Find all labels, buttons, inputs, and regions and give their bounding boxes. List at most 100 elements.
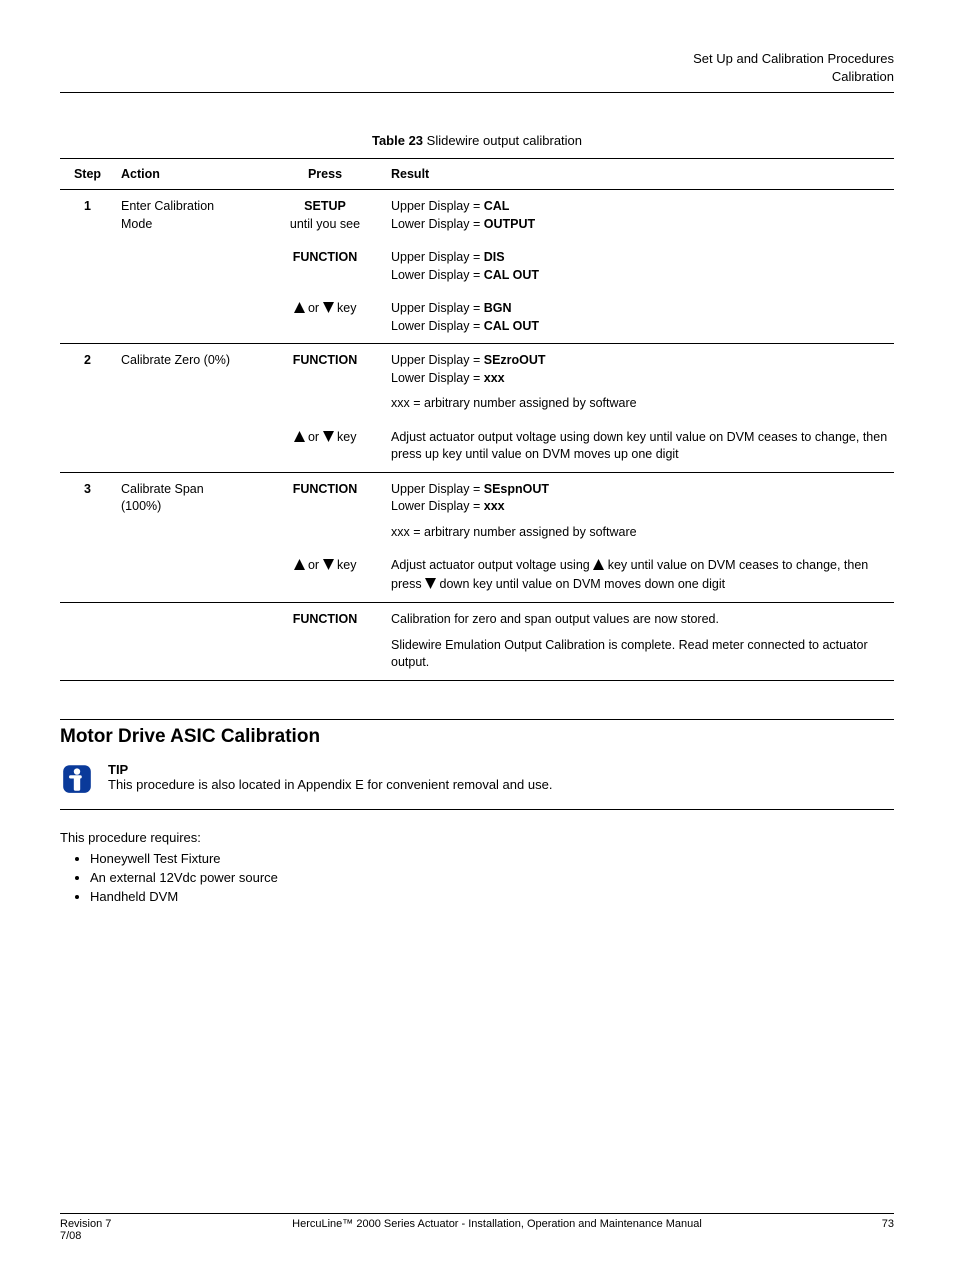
text: DIS — [484, 250, 505, 264]
text: SEspnOUT — [484, 482, 549, 496]
table-end-rule — [60, 680, 894, 681]
text: BGN — [484, 301, 512, 315]
table-header-row: Step Action Press Result — [60, 159, 894, 190]
cell-step — [60, 241, 115, 292]
page: Set Up and Calibration Procedures Calibr… — [0, 0, 954, 1272]
text: Calibration for zero and span output val… — [391, 611, 888, 629]
table-title-text: Slidewire output calibration — [427, 133, 582, 148]
cell-step: 3 — [60, 472, 115, 549]
text: Upper Display = — [391, 250, 484, 264]
cell-action — [115, 603, 265, 681]
info-icon — [60, 762, 94, 799]
text: SEzroOUT — [484, 353, 546, 367]
calibration-table: Step Action Press Result 1 Enter Calibra… — [60, 158, 894, 681]
header-line1: Set Up and Calibration Procedures — [60, 50, 894, 68]
table-title-prefix: Table 23 — [372, 133, 427, 148]
page-footer: Revision 7 7/08 HercuLine™ 2000 Series A… — [60, 1213, 894, 1242]
cell-result: Upper Display = SEspnOUT Lower Display =… — [385, 472, 894, 549]
text: Lower Display = — [391, 371, 484, 385]
text: Upper Display = — [391, 482, 484, 496]
text: (100%) — [121, 499, 161, 513]
text: CAL OUT — [484, 268, 539, 282]
table-row: 2 Calibrate Zero (0%) FUNCTION Upper Dis… — [60, 344, 894, 421]
tip-rule — [60, 809, 894, 810]
triangle-up-icon — [294, 301, 305, 319]
text: or — [305, 558, 323, 572]
text: xxx = arbitrary number assigned by softw… — [391, 525, 637, 539]
text: Revision 7 — [60, 1218, 130, 1230]
text: OUTPUT — [484, 217, 535, 231]
text: Lower Display = — [391, 319, 484, 333]
cell-press: or key — [265, 549, 385, 603]
triangle-down-icon — [323, 558, 334, 576]
cell-action — [115, 241, 265, 292]
key-label: FUNCTION — [293, 250, 358, 264]
header-line2: Calibration — [60, 68, 894, 86]
text: CAL OUT — [484, 319, 539, 333]
cell-result: Upper Display = SEzroOUT Lower Display =… — [385, 344, 894, 421]
triangle-up-icon — [294, 558, 305, 576]
table-row: 3 Calibrate Span (100%) FUNCTION Upper D… — [60, 472, 894, 549]
table-row: or key Adjust actuator output voltage us… — [60, 549, 894, 603]
triangle-down-icon — [323, 430, 334, 448]
text: key — [334, 301, 357, 315]
table-row: or key Adjust actuator output voltage us… — [60, 421, 894, 473]
tip-label: TIP — [108, 762, 552, 777]
list-item: Honeywell Test Fixture — [90, 851, 894, 866]
text: or — [305, 430, 323, 444]
col-press: Press — [265, 159, 385, 190]
requires-label: This procedure requires: — [60, 830, 894, 845]
text: key — [334, 558, 357, 572]
cell-result: Calibration for zero and span output val… — [385, 603, 894, 681]
triangle-down-icon — [425, 577, 436, 595]
cell-action — [115, 421, 265, 473]
section-heading: Motor Drive ASIC Calibration — [60, 719, 894, 748]
text: Upper Display = — [391, 301, 484, 315]
table-title: Table 23 Slidewire output calibration — [60, 133, 894, 148]
requires-list: Honeywell Test Fixture An external 12Vdc… — [90, 851, 894, 904]
text: Lower Display = — [391, 268, 484, 282]
cell-step — [60, 603, 115, 681]
cell-step: 2 — [60, 344, 115, 421]
table-row: 1 Enter Calibration Mode SETUP until you… — [60, 190, 894, 242]
list-item: Handheld DVM — [90, 889, 894, 904]
cell-result: Upper Display = CAL Lower Display = OUTP… — [385, 190, 894, 242]
col-result: Result — [385, 159, 894, 190]
cell-action — [115, 292, 265, 344]
key-label: FUNCTION — [293, 353, 358, 367]
triangle-up-icon — [593, 558, 604, 576]
text: 7/08 — [60, 1230, 130, 1242]
list-item: An external 12Vdc power source — [90, 870, 894, 885]
footer-row: Revision 7 7/08 HercuLine™ 2000 Series A… — [60, 1218, 894, 1242]
text: Calibrate Span — [121, 482, 204, 496]
footer-rule — [60, 1213, 894, 1214]
cell-step — [60, 421, 115, 473]
text: Enter Calibration — [121, 199, 214, 213]
tip-text: This procedure is also located in Append… — [108, 777, 552, 792]
cell-result: Upper Display = BGN Lower Display = CAL … — [385, 292, 894, 344]
table-row: or key Upper Display = BGN Lower Display… — [60, 292, 894, 344]
triangle-up-icon — [294, 430, 305, 448]
footer-page-number: 73 — [864, 1218, 894, 1242]
text: Upper Display = — [391, 199, 484, 213]
cell-action: Enter Calibration Mode — [115, 190, 265, 242]
key-label: FUNCTION — [293, 482, 358, 496]
text: CAL — [484, 199, 510, 213]
text: xxx — [484, 371, 505, 385]
cell-press: FUNCTION — [265, 241, 385, 292]
cell-step — [60, 292, 115, 344]
footer-left: Revision 7 7/08 — [60, 1218, 130, 1242]
page-header: Set Up and Calibration Procedures Calibr… — [60, 50, 894, 86]
cell-result: Upper Display = DIS Lower Display = CAL … — [385, 241, 894, 292]
table-row: FUNCTION Upper Display = DIS Lower Displ… — [60, 241, 894, 292]
text: Upper Display = — [391, 353, 484, 367]
text: Lower Display = — [391, 499, 484, 513]
footer-center: HercuLine™ 2000 Series Actuator - Instal… — [130, 1218, 864, 1242]
key-label: SETUP — [304, 199, 346, 213]
cell-press: or key — [265, 421, 385, 473]
text: Adjust actuator output voltage using — [391, 558, 593, 572]
cell-press: FUNCTION — [265, 344, 385, 421]
text: key — [334, 430, 357, 444]
text: xxx — [484, 499, 505, 513]
text: down key until value on DVM moves down o… — [436, 577, 725, 591]
